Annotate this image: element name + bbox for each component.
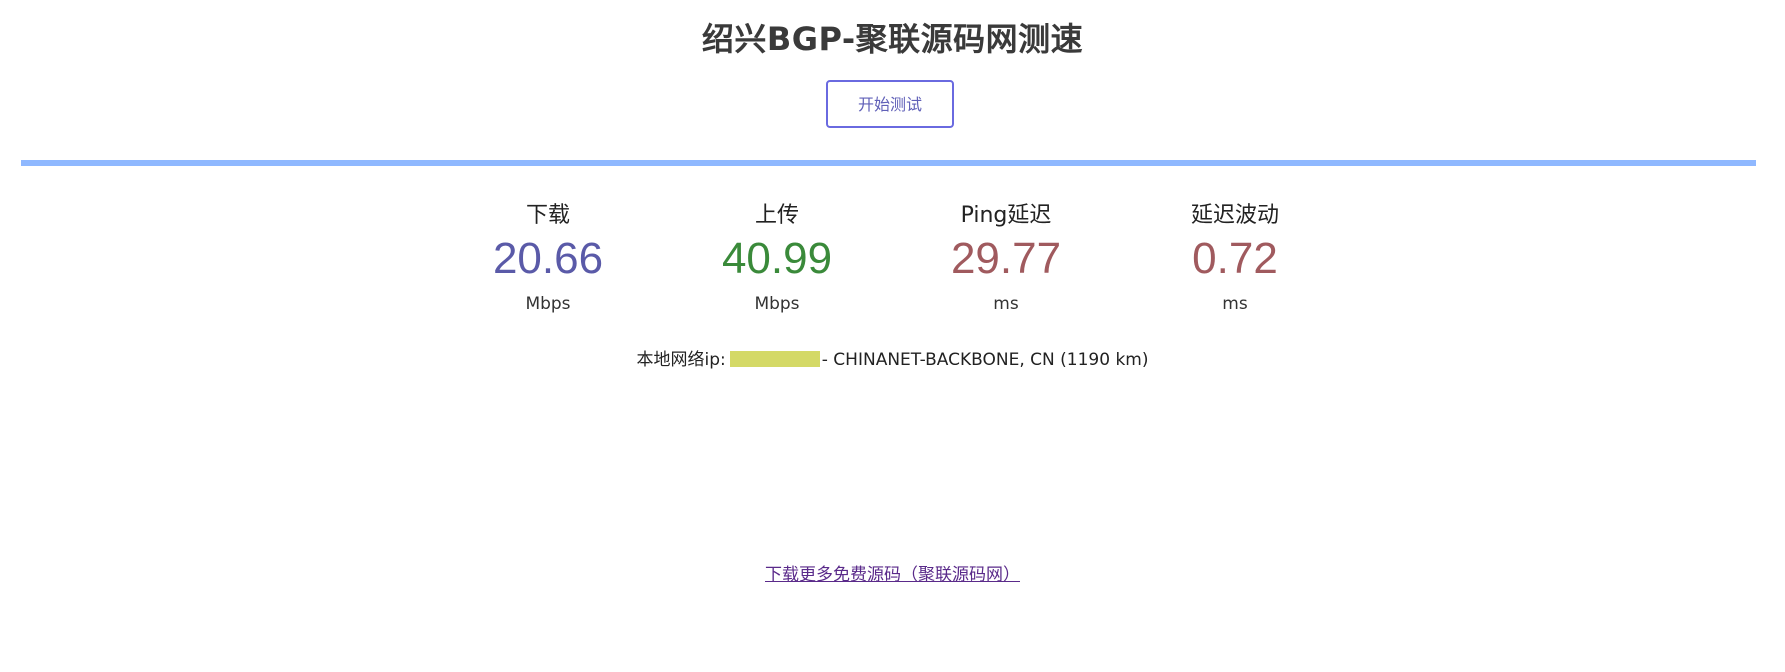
metric-jitter-value: 0.72 [1192,234,1278,283]
metric-ping-unit: ms [993,294,1019,314]
progress-bar [21,160,1756,166]
metric-download-unit: Mbps [525,294,571,314]
metric-upload-value: 40.99 [721,234,833,283]
network-info: 本地网络ip: - CHINANET-BACKBONE, CN (1190 km) [0,345,1785,370]
footer: 下载更多免费源码（聚联源码网） [0,560,1785,585]
start-test-button[interactable]: 开始测试 [826,80,954,128]
metric-upload: 上传 40.99 Mbps [677,200,877,316]
metric-ping-value: 29.77 [950,234,1062,283]
progress-bar-fill [21,160,1756,166]
metric-ping-label: Ping延迟 [960,203,1052,228]
metric-jitter: 延迟波动 0.72 ms [1135,200,1335,316]
network-provider-info: - CHINANET-BACKBONE, CN (1190 km) [821,350,1149,370]
download-more-source-link[interactable]: 下载更多免费源码（聚联源码网） [765,565,1020,585]
metric-download: 下载 20.66 Mbps [448,200,648,316]
metric-ping: Ping延迟 29.77 ms [906,200,1106,316]
metric-jitter-unit: ms [1222,294,1248,314]
metric-download-label: 下载 [525,203,570,228]
network-ip-label: 本地网络ip: [636,350,726,370]
ip-address-redacted [729,351,820,367]
metric-upload-unit: Mbps [754,294,800,314]
metric-upload-label: 上传 [754,203,799,228]
metric-download-value: 20.66 [492,234,604,283]
page-title: 绍兴BGP-聚联源码网测速 [701,20,1084,58]
metric-jitter-label: 延迟波动 [1190,203,1279,228]
